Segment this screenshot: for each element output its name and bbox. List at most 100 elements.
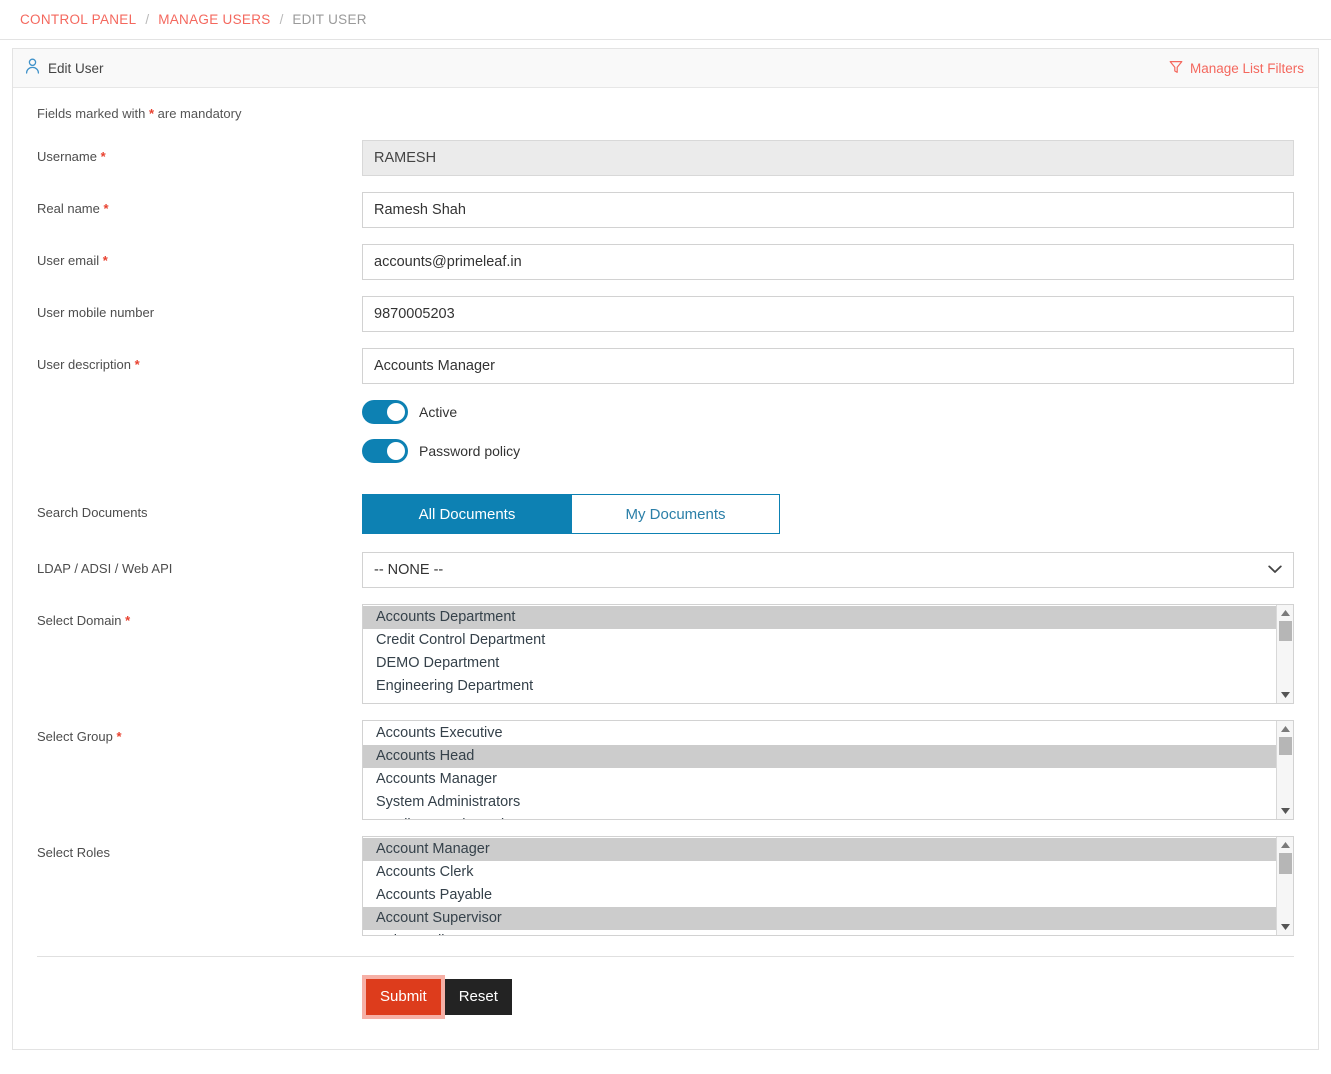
select-roles-scrollbar[interactable] bbox=[1276, 837, 1293, 935]
scroll-up-arrow-icon[interactable] bbox=[1277, 837, 1294, 853]
field-row-user-description: User description * bbox=[37, 348, 1294, 384]
required-marker: * bbox=[101, 149, 106, 164]
select-roles-scroll-thumb[interactable] bbox=[1279, 853, 1292, 874]
ldap-selected-value: -- NONE -- bbox=[374, 562, 443, 578]
scroll-up-arrow-icon[interactable] bbox=[1277, 721, 1294, 737]
breadcrumb-separator: / bbox=[280, 12, 284, 27]
field-row-search-documents: Search Documents All Documents My Docume… bbox=[37, 494, 1294, 534]
password-policy-toggle-label: Password policy bbox=[419, 443, 520, 459]
toggles-wrap: Active Password policy bbox=[362, 400, 1294, 478]
select-group-wrap: Accounts ExecutiveAccounts HeadAccounts … bbox=[362, 720, 1294, 820]
label-username-text: Username bbox=[37, 149, 97, 164]
label-ldap-text: LDAP / ADSI / Web API bbox=[37, 561, 172, 576]
user-icon bbox=[25, 58, 40, 79]
tab-all-documents[interactable]: All Documents bbox=[363, 495, 571, 533]
panel-body: Fields marked with * are mandatory Usern… bbox=[13, 88, 1318, 1049]
field-user-email-wrap bbox=[362, 244, 1294, 280]
select-group-scrollbar[interactable] bbox=[1276, 721, 1293, 819]
list-item[interactable]: Sales Audit bbox=[363, 930, 1276, 935]
breadcrumb-item-edit-user: EDIT USER bbox=[292, 12, 366, 27]
ldap-select-wrap: -- NONE -- bbox=[362, 552, 1294, 588]
field-row-user-email: User email * bbox=[37, 244, 1294, 280]
label-user-email-text: User email bbox=[37, 253, 99, 268]
tab-my-documents[interactable]: My Documents bbox=[571, 495, 779, 533]
label-search-documents: Search Documents bbox=[37, 494, 362, 522]
scroll-down-arrow-icon[interactable] bbox=[1277, 687, 1294, 703]
label-select-roles-text: Select Roles bbox=[37, 845, 110, 860]
list-item[interactable]: Accounts Head bbox=[363, 745, 1276, 768]
label-real-name: Real name * bbox=[37, 192, 362, 218]
label-user-description-text: User description bbox=[37, 357, 131, 372]
user-email-input[interactable] bbox=[362, 244, 1294, 280]
field-user-mobile-wrap bbox=[362, 296, 1294, 332]
select-group-listbox[interactable]: Accounts ExecutiveAccounts HeadAccounts … bbox=[362, 720, 1294, 820]
required-marker: * bbox=[103, 253, 108, 268]
label-toggles-spacer bbox=[37, 400, 362, 409]
list-item[interactable]: Accounts Payable bbox=[363, 884, 1276, 907]
ldap-select[interactable]: -- NONE -- bbox=[362, 552, 1294, 588]
select-domain-scrollbar[interactable] bbox=[1276, 605, 1293, 703]
mandatory-note-prefix: Fields marked with bbox=[37, 106, 149, 121]
list-item[interactable]: Credit Control Head bbox=[363, 814, 1276, 819]
field-row-select-roles: Select Roles Account ManagerAccounts Cle… bbox=[37, 836, 1294, 936]
mandatory-note: Fields marked with * are mandatory bbox=[37, 106, 1294, 121]
list-item[interactable]: Accounts Executive bbox=[363, 722, 1276, 745]
label-user-description: User description * bbox=[37, 348, 362, 374]
user-description-input[interactable] bbox=[362, 348, 1294, 384]
user-mobile-input[interactable] bbox=[362, 296, 1294, 332]
label-select-roles: Select Roles bbox=[37, 836, 362, 862]
real-name-input[interactable] bbox=[362, 192, 1294, 228]
active-toggle[interactable] bbox=[362, 400, 408, 424]
scroll-up-arrow-icon[interactable] bbox=[1277, 605, 1294, 621]
list-item[interactable]: Account Manager bbox=[363, 838, 1276, 861]
scroll-down-arrow-icon[interactable] bbox=[1277, 919, 1294, 935]
manage-list-filters-link[interactable]: Manage List Filters bbox=[1169, 60, 1304, 77]
manage-list-filters-label: Manage List Filters bbox=[1190, 61, 1304, 76]
search-documents-wrap: All Documents My Documents bbox=[362, 494, 1294, 534]
field-row-toggles: Active Password policy bbox=[37, 400, 1294, 478]
label-user-mobile: User mobile number bbox=[37, 296, 362, 322]
label-user-mobile-text: User mobile number bbox=[37, 305, 154, 320]
ldap-wrap: -- NONE -- bbox=[362, 552, 1294, 588]
label-select-group-text: Select Group bbox=[37, 729, 113, 744]
required-marker: * bbox=[117, 729, 122, 744]
field-row-select-domain: Select Domain * Accounts DepartmentCredi… bbox=[37, 604, 1294, 704]
list-item[interactable]: Accounts Department bbox=[363, 606, 1276, 629]
username-input[interactable] bbox=[362, 140, 1294, 176]
breadcrumb-separator: / bbox=[145, 12, 149, 27]
password-policy-toggle[interactable] bbox=[362, 439, 408, 463]
submit-focus-ring: Submit bbox=[362, 975, 445, 1019]
label-ldap: LDAP / ADSI / Web API bbox=[37, 552, 362, 578]
label-username: Username * bbox=[37, 140, 362, 166]
list-item[interactable]: Accounts Clerk bbox=[363, 861, 1276, 884]
list-item[interactable]: HR Department bbox=[363, 698, 1276, 703]
breadcrumb-item-manage-users[interactable]: MANAGE USERS bbox=[158, 12, 270, 27]
list-item[interactable]: Account Supervisor bbox=[363, 907, 1276, 930]
reset-button[interactable]: Reset bbox=[445, 979, 512, 1015]
field-row-username: Username * bbox=[37, 140, 1294, 176]
label-search-documents-text: Search Documents bbox=[37, 505, 148, 520]
breadcrumb: CONTROL PANEL / MANAGE USERS / EDIT USER bbox=[0, 0, 1331, 40]
list-item[interactable]: DEMO Department bbox=[363, 652, 1276, 675]
select-roles-listbox[interactable]: Account ManagerAccounts ClerkAccounts Pa… bbox=[362, 836, 1294, 936]
select-group-scroll-thumb[interactable] bbox=[1279, 737, 1292, 755]
page-title: Edit User bbox=[48, 61, 104, 76]
scroll-down-arrow-icon[interactable] bbox=[1277, 803, 1294, 819]
list-item[interactable]: System Administrators bbox=[363, 791, 1276, 814]
panel-header-left: Edit User bbox=[25, 58, 104, 79]
select-domain-listbox[interactable]: Accounts DepartmentCredit Control Depart… bbox=[362, 604, 1294, 704]
label-select-group: Select Group * bbox=[37, 720, 362, 746]
list-item[interactable]: Engineering Department bbox=[363, 675, 1276, 698]
submit-button[interactable]: Submit bbox=[366, 979, 441, 1015]
breadcrumb-item-control-panel[interactable]: CONTROL PANEL bbox=[20, 12, 136, 27]
required-marker: * bbox=[104, 201, 109, 216]
field-row-user-mobile: User mobile number bbox=[37, 296, 1294, 332]
field-row-select-group: Select Group * Accounts ExecutiveAccount… bbox=[37, 720, 1294, 820]
list-item[interactable]: Accounts Manager bbox=[363, 768, 1276, 791]
field-username-wrap bbox=[362, 140, 1294, 176]
list-item[interactable]: Credit Control Department bbox=[363, 629, 1276, 652]
select-domain-scroll-thumb[interactable] bbox=[1279, 621, 1292, 641]
panel-header: Edit User Manage List Filters bbox=[13, 49, 1318, 88]
select-group-options: Accounts ExecutiveAccounts HeadAccounts … bbox=[363, 721, 1276, 819]
select-roles-options: Account ManagerAccounts ClerkAccounts Pa… bbox=[363, 837, 1276, 935]
